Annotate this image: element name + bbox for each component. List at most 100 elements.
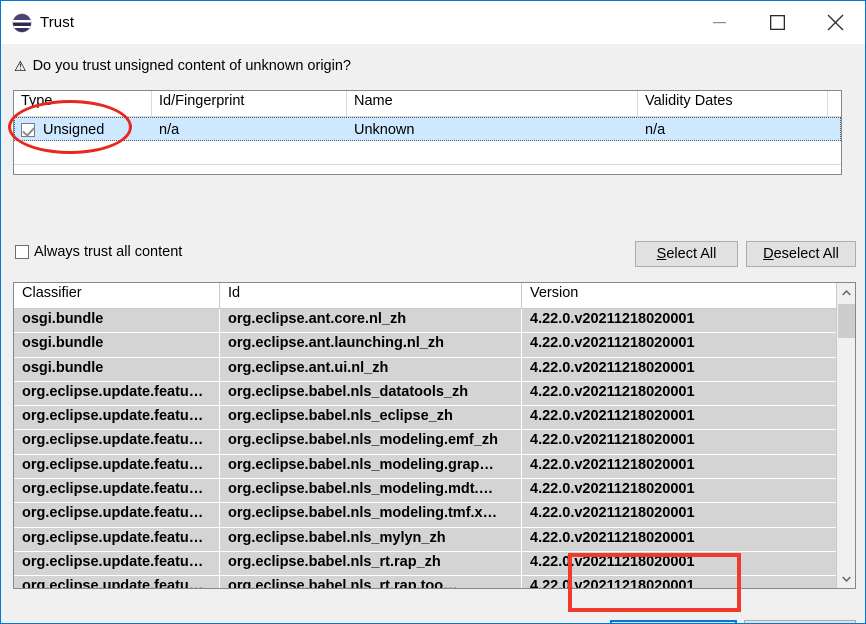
- table-row[interactable]: osgi.bundle org.eclipse.ant.core.nl_zh 4.2…: [14, 309, 836, 334]
- cell-classifier: org.eclipse.update.featu…: [14, 454, 220, 479]
- always-trust-label: Always trust all content: [34, 244, 183, 260]
- column-header-version[interactable]: Version: [522, 283, 836, 308]
- cell-version: 4.22.0.v20211218020001: [530, 408, 695, 425]
- artifact-table-scrollbar[interactable]: [836, 283, 855, 588]
- table-row[interactable]: org.eclipse.update.featu… org.eclipse.bab…: [14, 479, 836, 504]
- close-icon[interactable]: [811, 1, 859, 44]
- empty-cell-name: [347, 165, 638, 174]
- empty-cell-validity: [638, 165, 828, 174]
- cell-version: 4.22.0.v20211218020001: [530, 383, 695, 400]
- cell-classifier: org.eclipse.update.featu…: [14, 430, 220, 454]
- cell-id: org.eclipse.babel.nls_modeling.tmf.x…: [220, 503, 522, 527]
- cell-version: 4.22.0.v20211218020001: [530, 335, 695, 352]
- select-all-button[interactable]: Select All: [635, 241, 738, 267]
- cell-id: org.eclipse.babel.nls_rt.rap_zh: [220, 551, 522, 576]
- cell-classifier: org.eclipse.update.featu…: [14, 503, 220, 527]
- column-header-classifier[interactable]: Classifier: [14, 283, 220, 308]
- cell-classifier: osgi.bundle: [14, 309, 220, 333]
- cell-name: Unknown: [354, 122, 415, 138]
- table-row[interactable]: osgi.bundle org.eclipse.ant.ui.nl_zh 4.22.…: [14, 357, 836, 382]
- select-all-label: elect All: [666, 246, 717, 262]
- cell-classifier: org.eclipse.update.featu…: [14, 381, 220, 406]
- cell-id: org.eclipse.babel.nls_modeling.mdt.…: [220, 479, 522, 503]
- cell-id: org.eclipse.babel.nls_eclipse_zh: [220, 406, 522, 430]
- maximize-icon[interactable]: [753, 1, 801, 44]
- chevron-up-icon[interactable]: [837, 283, 855, 302]
- column-header-id[interactable]: Id: [220, 283, 522, 308]
- select-all-mnemonic: S: [656, 246, 667, 262]
- cell-type[interactable]: Unsigned: [14, 117, 152, 141]
- artifact-table[interactable]: Classifier Id Version osgi.bundle org.ecl…: [13, 282, 856, 589]
- deselect-all-label: eselect All: [773, 246, 839, 262]
- table-row[interactable]: org.eclipse.update.featu… org.eclipse.bab…: [14, 503, 836, 528]
- cell-id: org.eclipse.ant.ui.nl_zh: [220, 357, 522, 381]
- table-row[interactable]: org.eclipse.update.featu… org.eclipse.bab…: [14, 381, 836, 407]
- window-controls: [695, 1, 865, 44]
- cancel-button[interactable]: Cancel: [744, 620, 856, 623]
- trust-selected-button[interactable]: Trust Selected: [610, 620, 737, 623]
- cell-id: n/a: [159, 122, 180, 138]
- cell-id: org.eclipse.babel.nls_rt.rap.too…: [220, 576, 522, 588]
- always-trust-checkbox[interactable]: Always trust all content: [15, 244, 182, 260]
- prompt-message: ⚠ Do you trust unsigned content of unkno…: [14, 58, 351, 74]
- cell-filler: [828, 117, 841, 141]
- cell-id: org.eclipse.babel.nls_mylyn_zh: [220, 527, 522, 551]
- trust-dialog-window: Trust ⚠ Do you trust unsigned content of…: [0, 0, 866, 624]
- table-row[interactable]: Unsigned n/a Unknown n/a: [14, 117, 841, 141]
- cell-version: 4.22.0.v20211218020001: [530, 529, 695, 546]
- row-checkbox[interactable]: [21, 123, 35, 137]
- chevron-down-icon[interactable]: [837, 569, 855, 588]
- dialog-body: ⚠ Do you trust unsigned content of unkno…: [2, 44, 865, 623]
- cell-id: org.eclipse.ant.launching.nl_zh: [220, 333, 522, 357]
- table-row[interactable]: org.eclipse.update.featu… org.eclipse.bab…: [14, 576, 836, 588]
- cell-id: org.eclipse.babel.nls_datatools_zh: [220, 381, 522, 406]
- table-row[interactable]: org.eclipse.update.featu… org.eclipse.bab…: [14, 527, 836, 552]
- deselect-all-mnemonic: D: [763, 246, 774, 262]
- certificate-table[interactable]: Type Id/Fingerprint Name Validity Dates …: [13, 90, 842, 175]
- cell-validity: n/a: [645, 122, 666, 138]
- cell-id: org.eclipse.ant.core.nl_zh: [220, 309, 522, 333]
- cell-classifier: osgi.bundle: [14, 357, 220, 381]
- deselect-all-button[interactable]: Deselect All: [746, 241, 856, 267]
- empty-cell-validity: [638, 141, 828, 164]
- cell-version: 4.22.0.v20211218020001: [530, 505, 695, 522]
- cell-classifier: org.eclipse.update.featu…: [14, 479, 220, 503]
- prompt-text: Do you trust unsigned content of unknown…: [32, 58, 351, 74]
- certificate-table-header: Type Id/Fingerprint Name Validity Dates: [14, 91, 841, 117]
- cell-id: org.eclipse.babel.nls_modeling.emf_zh: [220, 430, 522, 454]
- table-row[interactable]: org.eclipse.update.featu… org.eclipse.bab…: [14, 406, 836, 431]
- cell-version: 4.22.0.v20211218020001: [530, 481, 695, 498]
- table-row[interactable]: org.eclipse.update.featu… org.eclipse.bab…: [14, 551, 836, 577]
- table-empty-row: [14, 164, 841, 174]
- table-row[interactable]: osgi.bundle org.eclipse.ant.launching.nl_…: [14, 333, 836, 358]
- cell-version: 4.22.0.v20211218020001: [530, 359, 695, 376]
- empty-cell-id: [152, 165, 347, 174]
- empty-cell-type: [14, 141, 152, 164]
- cell-classifier: osgi.bundle: [14, 333, 220, 357]
- table-row[interactable]: org.eclipse.update.featu… org.eclipse.bab…: [14, 430, 836, 455]
- cell-version: 4.22.0.v20211218020001: [530, 456, 695, 473]
- column-header-id[interactable]: Id/Fingerprint: [152, 91, 347, 116]
- empty-cell-type: [14, 165, 152, 174]
- cell-type-label: Unsigned: [43, 122, 105, 138]
- empty-cell-filler: [828, 141, 841, 164]
- table-row[interactable]: org.eclipse.update.featu… org.eclipse.bab…: [14, 454, 836, 480]
- scrollbar-thumb[interactable]: [838, 304, 855, 338]
- cell-version: 4.22.0.v20211218020001: [530, 553, 695, 570]
- column-header-name[interactable]: Name: [347, 91, 638, 116]
- column-header-filler: [828, 91, 841, 116]
- empty-cell-name: [347, 141, 638, 164]
- cell-classifier: org.eclipse.update.featu…: [14, 527, 220, 551]
- cell-classifier: org.eclipse.update.featu…: [14, 406, 220, 430]
- cell-version: 4.22.0.v20211218020001: [530, 311, 695, 327]
- artifact-table-header: Classifier Id Version: [14, 283, 836, 309]
- cell-id: org.eclipse.babel.nls_modeling.grap…: [220, 454, 522, 479]
- minimize-icon[interactable]: [695, 1, 743, 44]
- title-bar: Trust: [1, 1, 865, 44]
- cell-classifier: org.eclipse.update.featu…: [14, 576, 220, 588]
- cell-classifier: org.eclipse.update.featu…: [14, 551, 220, 576]
- checkbox-box[interactable]: [15, 245, 29, 259]
- empty-cell-id: [152, 141, 347, 164]
- column-header-type[interactable]: Type: [14, 91, 152, 116]
- column-header-validity[interactable]: Validity Dates: [638, 91, 828, 116]
